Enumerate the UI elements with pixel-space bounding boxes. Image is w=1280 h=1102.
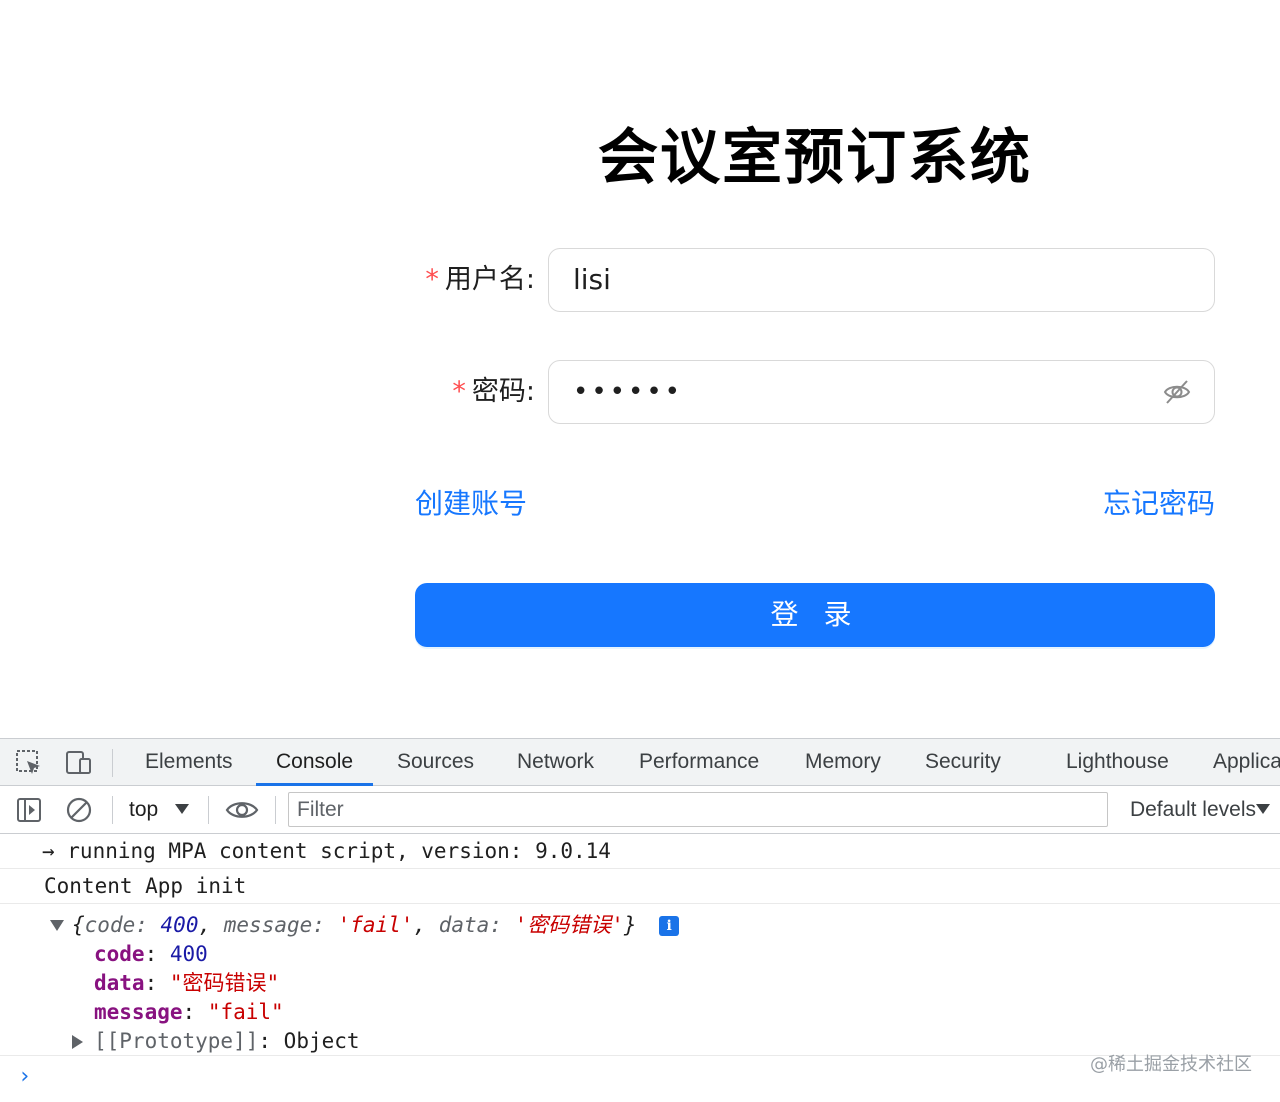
required-mark: * <box>425 264 439 295</box>
toolbar-divider <box>208 796 209 824</box>
required-mark: * <box>452 376 466 407</box>
tab-elements[interactable]: Elements <box>145 739 233 786</box>
devtools-panel: Elements Console Sources Network Perform… <box>0 738 1280 1102</box>
console-output: → running MPA content script, version: 9… <box>0 834 1280 1056</box>
collapse-triangle-icon[interactable] <box>72 1035 83 1049</box>
console-prompt[interactable]: › <box>18 1064 31 1089</box>
create-account-link[interactable]: 创建账号 <box>415 482 527 526</box>
inspect-element-icon[interactable] <box>15 749 43 777</box>
password-label: * 密码: <box>452 376 535 407</box>
username-input[interactable]: lisi <box>548 248 1215 312</box>
console-message: → running MPA content script, version: 9… <box>0 834 1280 869</box>
username-row: * 用户名: lisi <box>400 248 1215 312</box>
object-preview[interactable]: {code: 400, message: 'fail', data: '密码错误… <box>50 910 1280 940</box>
username-value: lisi <box>573 263 611 296</box>
auth-links: 创建账号 忘记密码 <box>415 482 1215 526</box>
log-levels-dropdown[interactable]: Default levels <box>1130 786 1256 833</box>
forgot-password-link[interactable]: 忘记密码 <box>1103 482 1215 526</box>
password-input[interactable]: •••••• <box>548 360 1215 424</box>
context-selector[interactable]: top <box>129 786 158 833</box>
password-row: * 密码: •••••• <box>400 360 1215 424</box>
toolbar-divider <box>112 796 113 824</box>
tab-network[interactable]: Network <box>517 739 594 786</box>
username-label: * 用户名: <box>425 264 535 295</box>
login-button[interactable]: 登 录 <box>415 583 1215 647</box>
console-message: Content App init <box>0 869 1280 904</box>
toolbar-divider <box>275 796 276 824</box>
tab-performance[interactable]: Performance <box>639 739 759 786</box>
console-toolbar: top Filter Default levels <box>0 786 1280 834</box>
login-page: 会议室预订系统 * 用户名: lisi * 密码: •••••• 创建账号 忘记密码… <box>0 0 1280 738</box>
expand-triangle-icon[interactable] <box>50 920 64 931</box>
info-icon[interactable]: i <box>659 916 680 936</box>
context-dropdown-icon[interactable] <box>175 804 189 814</box>
devtools-tabbar: Elements Console Sources Network Perform… <box>0 738 1280 786</box>
tab-sources[interactable]: Sources <box>397 739 474 786</box>
device-toolbar-icon[interactable] <box>64 749 92 777</box>
toolbar-divider <box>112 749 113 777</box>
sidebar-toggle-icon[interactable] <box>15 796 43 824</box>
tab-memory[interactable]: Memory <box>805 739 881 786</box>
object-property: message: "fail" <box>94 1000 284 1024</box>
object-property: code: 400 <box>94 942 208 966</box>
page-title: 会议室预订系统 <box>598 123 1032 193</box>
password-masked-value: •••••• <box>573 377 684 407</box>
live-expression-eye-icon[interactable] <box>225 796 259 824</box>
console-filter-input[interactable]: Filter <box>288 792 1108 827</box>
tab-application[interactable]: Applica <box>1213 739 1280 786</box>
levels-dropdown-icon[interactable] <box>1256 804 1270 814</box>
eye-invisible-icon[interactable] <box>1162 378 1192 406</box>
tab-security[interactable]: Security <box>925 739 1001 786</box>
tab-console[interactable]: Console <box>256 739 374 786</box>
console-object-message: {code: 400, message: 'fail', data: '密码错误… <box>0 904 1280 1056</box>
tab-lighthouse[interactable]: Lighthouse <box>1066 739 1169 786</box>
object-property: data: "密码错误" <box>94 971 280 995</box>
clear-console-icon[interactable] <box>65 796 93 824</box>
watermark: @稀土掘金技术社区 <box>1090 1054 1252 1075</box>
